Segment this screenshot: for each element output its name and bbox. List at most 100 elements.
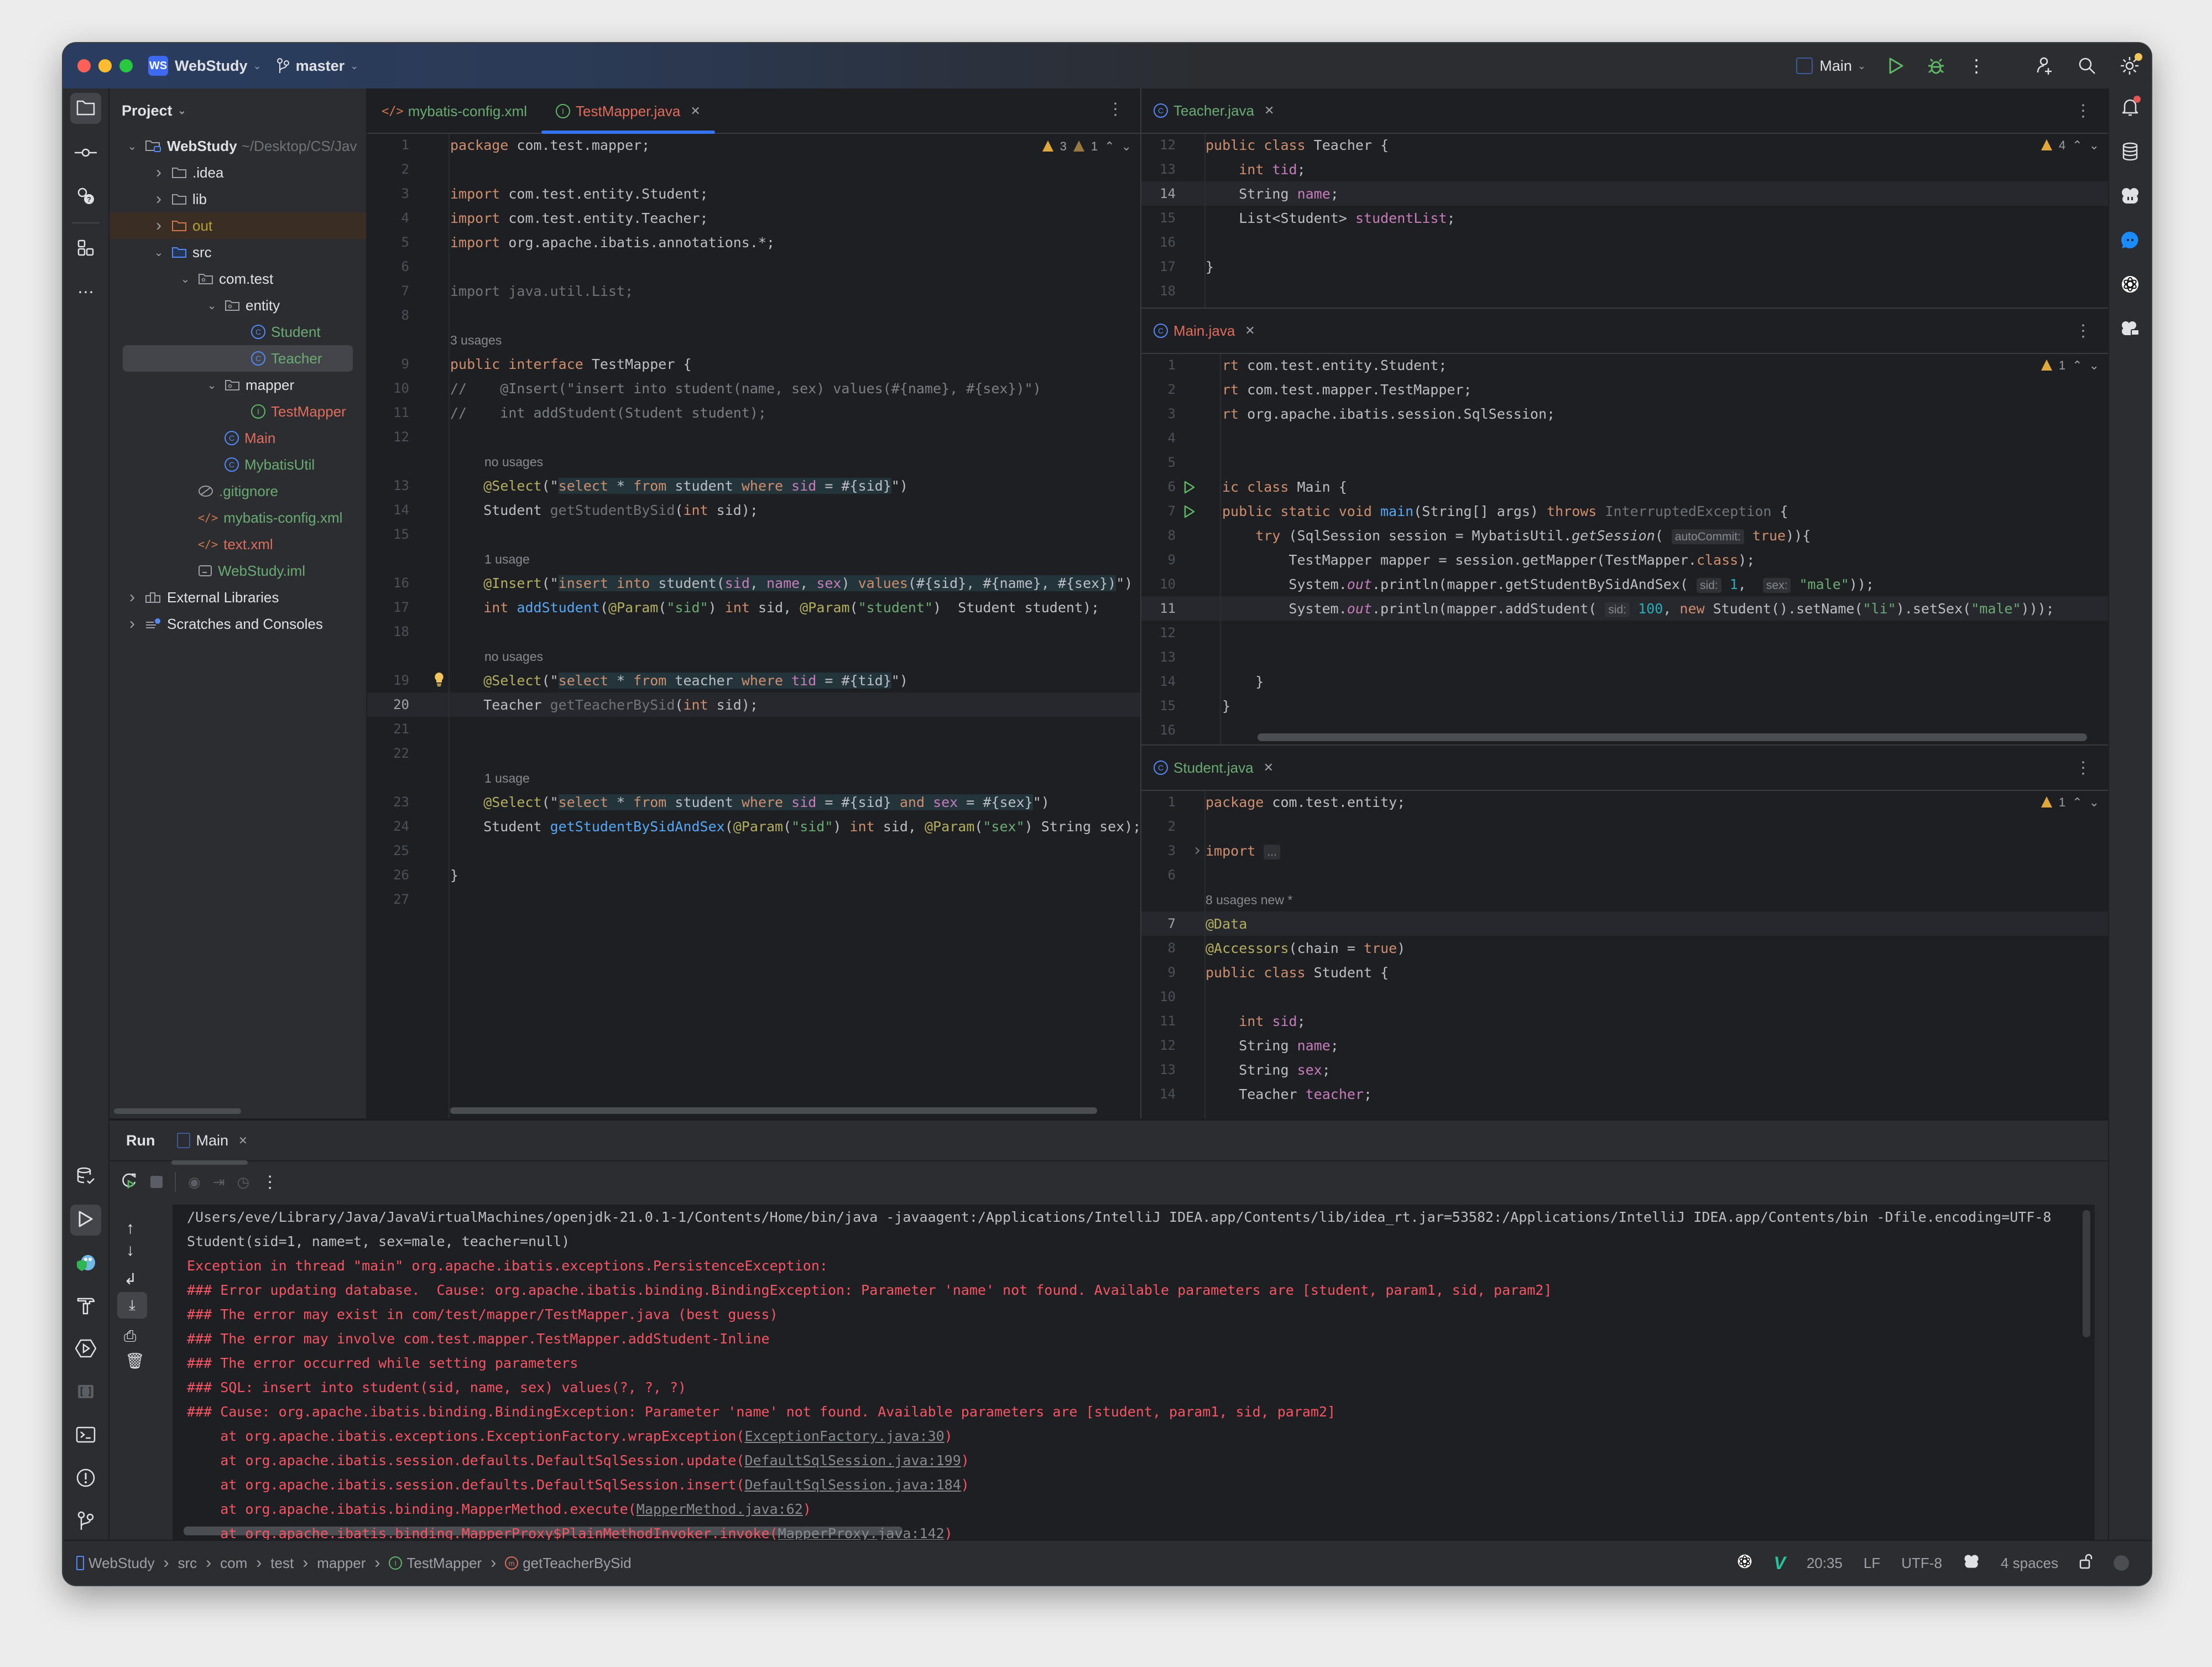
previous-problem-icon[interactable]: ⌃ (1104, 139, 1114, 154)
project-panel-header[interactable]: Project ⌄ (109, 88, 366, 133)
breadcrumb-item[interactable]: WebStudy (76, 1555, 154, 1572)
breadcrumb-item[interactable]: mapper (317, 1555, 366, 1572)
print-icon[interactable]: ⎙ (124, 1327, 136, 1346)
line-separator[interactable]: LF (1864, 1555, 1880, 1572)
stacktrace-link[interactable]: MapperMethod.java:62 (637, 1501, 803, 1517)
more-actions-icon[interactable]: ⋮ (262, 1173, 278, 1192)
git-tool-button[interactable] (70, 1507, 101, 1538)
plugin-tool-button[interactable] (70, 1248, 101, 1279)
tree-item-gitignore[interactable]: .gitignore (109, 478, 366, 504)
main-java-horizontal-scrollbar[interactable] (1258, 733, 2087, 741)
services-tool-button[interactable] (70, 1334, 101, 1365)
problems-tool-button[interactable] (70, 1463, 101, 1494)
usage-hint[interactable]: 1 usage (484, 552, 530, 567)
readonly-lock-icon[interactable] (2079, 1554, 2093, 1573)
tab-mybatis-config[interactable]: </> mybatis-config.xml (367, 90, 541, 133)
breadcrumb-item[interactable]: m getTeacherBySid (505, 1555, 632, 1572)
chevron-down-icon[interactable]: ⌄ (206, 299, 218, 312)
close-tab-icon[interactable]: ✕ (1245, 324, 1255, 338)
tab-testmapper[interactable]: I TestMapper.java ✕ (541, 90, 715, 134)
breadcrumb-item[interactable]: I TestMapper (389, 1555, 482, 1572)
minimize-window-button[interactable] (98, 59, 112, 72)
more-actions-icon[interactable]: ⋮ (1968, 55, 1985, 76)
tab-teacher[interactable]: C Teacher.java ✕ ⋮ (1141, 88, 2108, 134)
chevron-right-icon[interactable]: › (126, 588, 138, 607)
copilot-status-icon[interactable] (1963, 1554, 1980, 1573)
chevron-right-icon[interactable]: › (126, 614, 138, 633)
teacher-code-area[interactable]: 4 ⌃ ⌄ 12 public class Teacher {13 int tid;… (1141, 134, 2108, 308)
build-tool-button[interactable] (70, 1291, 101, 1322)
editor-horizontal-scrollbar[interactable] (450, 1107, 1097, 1114)
chatgpt-button[interactable] (2115, 270, 2146, 301)
close-window-button[interactable] (77, 59, 91, 72)
branch-switcher[interactable]: master ⌄ (276, 58, 358, 75)
copilot-button[interactable] (2115, 181, 2146, 212)
tree-item-idea[interactable]: › .idea (109, 159, 366, 186)
chevron-right-icon[interactable]: › (153, 163, 165, 182)
inspection-widget[interactable]: 4 ⌃ ⌄ (2041, 138, 2099, 153)
chevron-down-icon[interactable]: ⌄ (126, 139, 138, 153)
editor-tab-options-icon[interactable]: ⋮ (1107, 100, 1124, 119)
breadcrumb-item[interactable]: com (220, 1555, 247, 1572)
intention-bulb-icon[interactable] (434, 671, 445, 690)
next-problem-icon[interactable]: ⌄ (2089, 795, 2099, 810)
rerun-icon[interactable] (121, 1172, 138, 1192)
console-vertical-scrollbar[interactable] (2083, 1210, 2090, 1337)
caret-position[interactable]: 20:35 (1807, 1555, 1843, 1572)
usage-hint[interactable]: no usages (484, 649, 543, 664)
tree-item-main[interactable]: C Main (109, 425, 366, 451)
panel-options-icon[interactable]: ⋮ (2075, 321, 2091, 341)
tree-item-mapper[interactable]: ⌄ mapper (109, 372, 366, 398)
run-config-selector[interactable]: Main ⌄ (1796, 58, 1866, 75)
inspection-widget[interactable]: 1 ⌃ ⌄ (2041, 358, 2099, 373)
copilot-chat-button[interactable] (2115, 314, 2146, 345)
close-tab-icon[interactable]: ✕ (690, 104, 700, 118)
tree-item-src[interactable]: ⌄ src (109, 239, 366, 265)
stop-icon[interactable] (150, 1176, 163, 1188)
tree-item-testmapper[interactable]: I TestMapper (109, 398, 366, 425)
scroll-up-icon[interactable]: ↑ (126, 1219, 134, 1238)
scroll-down-icon[interactable]: ↓ (126, 1241, 134, 1260)
notifications-button[interactable] (2115, 93, 2146, 124)
add-user-icon[interactable] (2035, 56, 2055, 76)
indent-setting[interactable]: 4 spaces (2001, 1555, 2058, 1572)
tree-item-lib[interactable]: › lib (109, 186, 366, 212)
next-problem-icon[interactable]: ⌄ (1121, 139, 1131, 154)
zoom-window-button[interactable] (119, 59, 133, 72)
tree-item-scratches-and-consoles[interactable]: › Scratches and Consoles (109, 611, 366, 637)
run-tool-button[interactable] (70, 1205, 101, 1236)
tree-item-entity[interactable]: ⌄ entity (109, 292, 366, 319)
search-icon[interactable] (2077, 56, 2097, 76)
run-tab-main[interactable]: Main ✕ (171, 1132, 248, 1165)
debug-bug-icon[interactable] (1927, 56, 1945, 75)
exit-icon[interactable]: ⇥ (213, 1174, 225, 1191)
soft-wrap-icon[interactable]: ↲ (124, 1270, 137, 1288)
tree-item-mybatis-config-xml[interactable]: </> mybatis-config.xml (109, 504, 366, 531)
openai-status-icon[interactable] (1737, 1554, 1752, 1573)
stacktrace-link[interactable]: DefaultSqlSession.java:199 (744, 1452, 961, 1468)
database-tool-button[interactable] (70, 1161, 101, 1192)
tree-item-teacher[interactable]: C Teacher (123, 345, 353, 372)
terminal-tool-button[interactable] (70, 1420, 101, 1451)
usage-hint[interactable]: 1 usage (484, 771, 530, 786)
project-horizontal-scrollbar[interactable] (114, 1108, 241, 1114)
breadcrumb-item[interactable]: test (270, 1555, 294, 1572)
run-icon[interactable] (1888, 57, 1905, 75)
main-java-code-area[interactable]: 1 ⌃ ⌄ 1 rt com.test.entity.Student; 2 rt com… (1141, 354, 2108, 744)
structure-tool-button[interactable] (70, 233, 101, 264)
previous-problem-icon[interactable]: ⌃ (2072, 358, 2082, 373)
tree-item-webstudy-iml[interactable]: WebStudy.iml (109, 558, 366, 584)
tab-student[interactable]: C Student.java ✕ ⋮ (1141, 746, 2108, 791)
console-output[interactable]: /Users/eve/Library/Java/JavaVirtualMachi… (173, 1205, 2095, 1541)
tree-item-mybatisutil[interactable]: C MybatisUtil (109, 451, 366, 478)
panel-options-icon[interactable]: ⋮ (2075, 101, 2091, 121)
tree-item-text-xml[interactable]: </> text.xml (109, 531, 366, 558)
commit-tool-button[interactable] (70, 138, 101, 169)
student-code-area[interactable]: 1 ⌃ ⌄ 1 package com.test.entity; 2 3 › import … (1141, 791, 2108, 1118)
run-gutter-icon[interactable] (1183, 504, 1196, 522)
ai-assistant-tool-button[interactable]: ? (70, 181, 101, 212)
trash-icon[interactable]: 🗑 (125, 1352, 145, 1370)
breadcrumb-item[interactable]: src (178, 1555, 197, 1572)
tree-item-com-test[interactable]: ⌄ com.test (109, 265, 366, 292)
usage-hint[interactable]: 8 usages new * (1206, 893, 1292, 908)
